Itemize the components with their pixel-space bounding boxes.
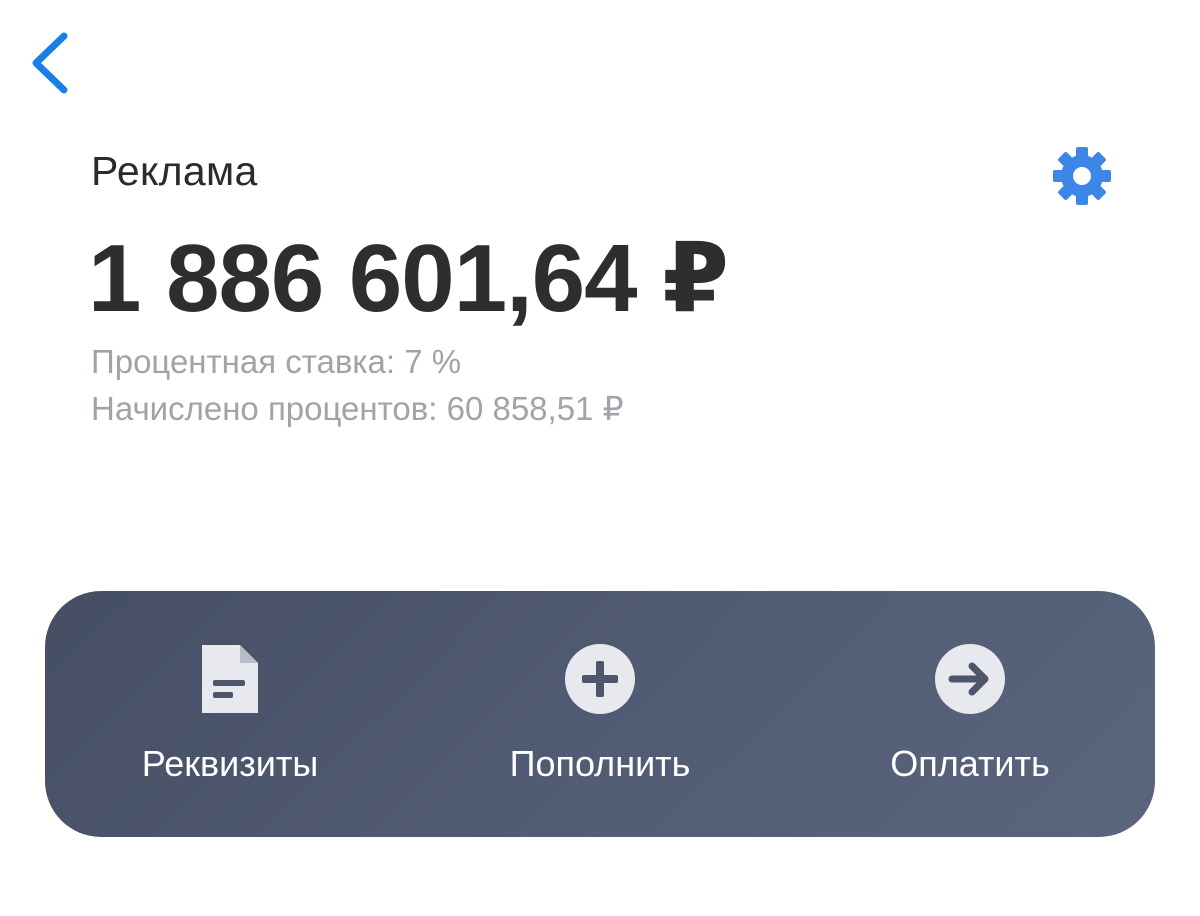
arrow-right-circle-icon xyxy=(935,644,1005,714)
plus-circle-icon xyxy=(565,644,635,714)
document-icon xyxy=(202,645,258,713)
accrued-interest: Начислено процентов: 60 858,51 ₽ xyxy=(91,390,624,427)
account-title: Реклама xyxy=(91,148,258,194)
interest-rate: Процентная ставка: 7 % xyxy=(91,343,462,380)
back-button[interactable] xyxy=(22,26,82,98)
account-screen: Реклама 1 886 601,64 ₽ Процентная ставка… xyxy=(0,0,1200,916)
gear-icon xyxy=(1053,147,1111,205)
chevron-left-icon xyxy=(32,32,68,94)
details-button[interactable]: Реквизиты xyxy=(105,591,355,837)
details-label: Реквизиты xyxy=(141,743,319,784)
settings-button[interactable] xyxy=(1048,142,1116,210)
top-up-button[interactable]: Пополнить xyxy=(470,591,730,837)
top-up-label: Пополнить xyxy=(509,743,691,784)
account-balance: 1 886 601,64 ₽ xyxy=(88,225,729,332)
pay-button[interactable]: Оплатить xyxy=(845,591,1095,837)
pay-label: Оплатить xyxy=(890,743,1050,784)
actions-panel: Реквизиты Пополнить Оплатить xyxy=(45,591,1155,837)
